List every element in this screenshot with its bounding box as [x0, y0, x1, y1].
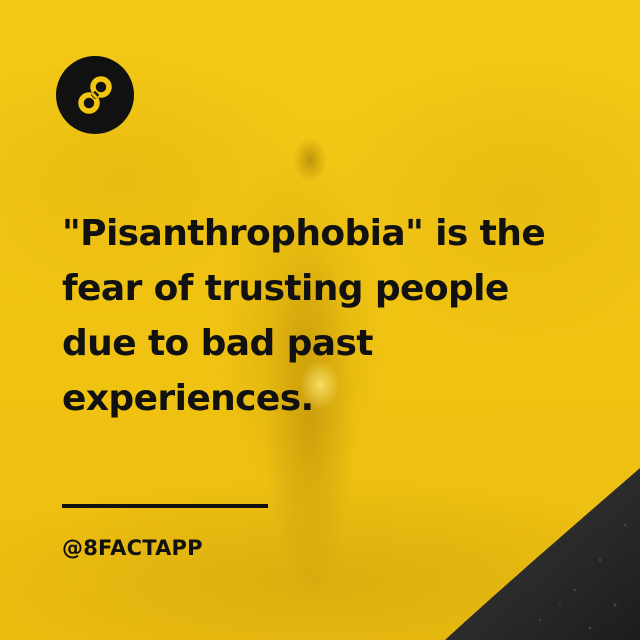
fact-line: due to bad past: [62, 323, 373, 364]
fact-line: experiences.: [62, 378, 314, 419]
social-handle: @8FACTAPP: [62, 536, 203, 560]
divider-line: [62, 504, 268, 508]
fact-line: fear of trusting people: [62, 268, 509, 309]
fact-card: "Pisanthrophobia" is the fear of trustin…: [0, 0, 640, 640]
fact-line: "Pisanthrophobia" is the: [62, 213, 546, 254]
fact-text: "Pisanthrophobia" is the fear of trustin…: [62, 206, 582, 426]
brand-logo: [56, 56, 134, 134]
infinity-8-icon: [78, 76, 112, 114]
